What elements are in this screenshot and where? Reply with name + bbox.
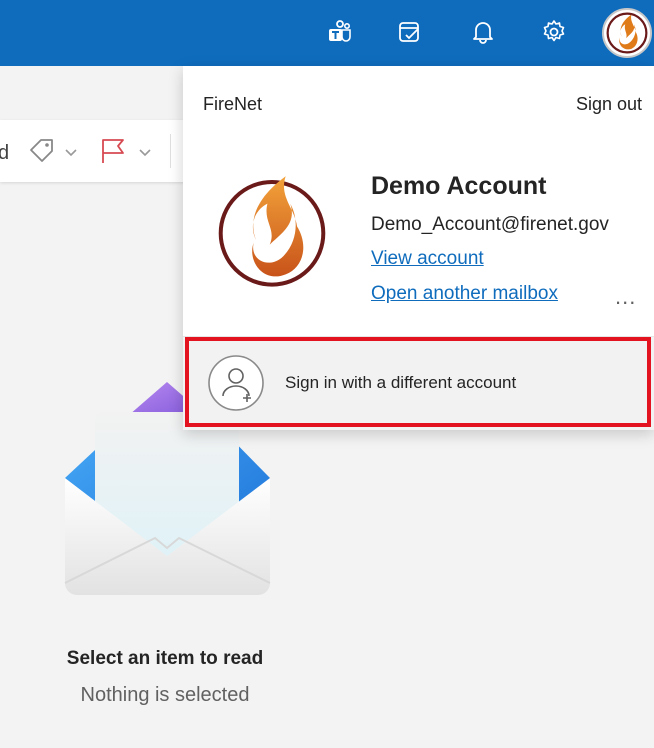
settings-button[interactable] <box>536 14 572 50</box>
bell-icon <box>473 22 493 44</box>
teams-button[interactable] <box>322 14 358 50</box>
account-email: Demo_Account@firenet.gov <box>371 214 609 235</box>
firenet-logo-icon <box>218 176 326 287</box>
top-bar <box>0 0 654 66</box>
view-account-link[interactable]: View account <box>371 248 484 270</box>
gear-icon <box>543 20 565 42</box>
notifications-button[interactable] <box>465 14 501 50</box>
teams-icon <box>329 20 351 42</box>
more-options-button[interactable]: ... <box>615 284 636 310</box>
firenet-logo-icon <box>606 12 648 54</box>
sign-out-link[interactable]: Sign out <box>576 94 642 115</box>
account-display-name: Demo Account <box>371 172 547 200</box>
account-avatar <box>215 174 329 288</box>
organization-name: FireNet <box>203 94 263 114</box>
empty-state-title: Select an item to read <box>66 648 264 669</box>
chevron-down-icon[interactable] <box>138 145 152 159</box>
open-another-mailbox-link[interactable]: Open another mailbox <box>371 283 558 305</box>
empty-state-subtitle: Nothing is selected <box>80 684 250 706</box>
flag-icon[interactable] <box>98 136 128 166</box>
highlight-box <box>185 337 651 427</box>
tag-icon[interactable] <box>27 136 57 166</box>
todo-icon <box>399 22 419 42</box>
chevron-down-icon[interactable] <box>64 145 78 159</box>
todo-button[interactable] <box>392 14 428 50</box>
account-avatar-button[interactable] <box>602 8 652 58</box>
toolbar-partial-label[interactable]: d <box>0 142 9 165</box>
toolbar-divider <box>170 134 171 168</box>
